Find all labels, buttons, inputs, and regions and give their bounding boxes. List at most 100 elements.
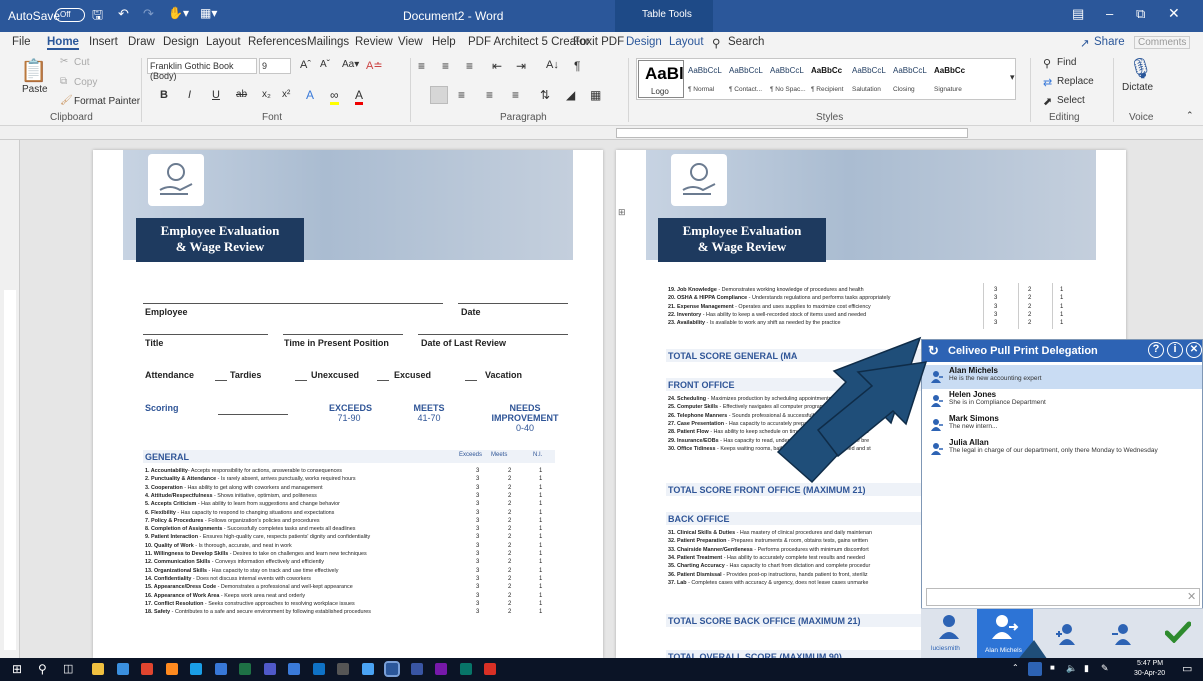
- score-value[interactable]: 2: [508, 584, 511, 590]
- tray-overflow-icon[interactable]: ⌃: [1012, 663, 1019, 672]
- network-icon[interactable]: ■: [1050, 663, 1055, 672]
- score-value[interactable]: 3: [476, 568, 479, 574]
- style-5[interactable]: AaBbCcL Salutation: [851, 60, 891, 98]
- score-value[interactable]: 1: [1060, 295, 1063, 301]
- score-value[interactable]: 2: [508, 534, 511, 540]
- score-value[interactable]: 2: [508, 601, 511, 607]
- score-value[interactable]: 1: [539, 468, 542, 474]
- score-value[interactable]: 2: [1028, 320, 1031, 326]
- show-formatting-icon[interactable]: ¶: [574, 59, 580, 73]
- tab-pdf-architect[interactable]: PDF Architect 5 Creator: [468, 36, 589, 48]
- score-value[interactable]: 3: [476, 501, 479, 507]
- tab-mailings[interactable]: Mailings: [307, 36, 349, 48]
- taskbar-search-icon[interactable]: ⚲: [38, 662, 47, 676]
- clock-date[interactable]: 30-Apr-20: [1134, 670, 1165, 677]
- microphone-icon[interactable]: 🎙: [1128, 56, 1153, 81]
- increase-indent-icon[interactable]: ⇥: [516, 59, 526, 73]
- score-value[interactable]: 1: [1060, 320, 1063, 326]
- save-icon[interactable]: 🖫: [92, 6, 103, 28]
- cut-icon[interactable]: ✂: [60, 56, 68, 67]
- multilevel-list-icon[interactable]: ≡: [466, 59, 473, 73]
- info-icon[interactable]: i: [1167, 342, 1183, 358]
- score-value[interactable]: 2: [508, 543, 511, 549]
- publisher-icon[interactable]: [459, 663, 472, 675]
- grow-font-icon[interactable]: Aˆ: [300, 59, 311, 71]
- store-icon[interactable]: [214, 663, 227, 675]
- tab-foxit-pdf[interactable]: Foxit PDF: [573, 36, 624, 48]
- superscript-icon[interactable]: x²: [282, 89, 290, 100]
- select-icon[interactable]: ⬈: [1043, 95, 1052, 108]
- score-value[interactable]: 1: [539, 476, 542, 482]
- chat-icon[interactable]: [361, 663, 374, 675]
- tab-file[interactable]: File: [12, 36, 31, 48]
- tab-table-layout[interactable]: Layout: [669, 36, 704, 48]
- restore-icon[interactable]: ⧉: [1136, 6, 1145, 22]
- selected-delegate-button[interactable]: Alan Michels: [977, 609, 1033, 659]
- clear-formatting-icon[interactable]: A≐: [366, 59, 383, 72]
- score-value[interactable]: 3: [994, 312, 997, 318]
- replace-button[interactable]: Replace: [1057, 76, 1094, 87]
- score-value[interactable]: 3: [476, 485, 479, 491]
- styles-more-icon[interactable]: ▾: [1010, 72, 1015, 83]
- add-delegate-icon[interactable]: [1053, 623, 1077, 645]
- style-1[interactable]: AaBbCcL ¶ Normal: [687, 60, 727, 98]
- score-value[interactable]: 3: [476, 518, 479, 524]
- score-value[interactable]: 3: [476, 526, 479, 532]
- score-value[interactable]: 1: [539, 501, 542, 507]
- score-value[interactable]: 2: [508, 576, 511, 582]
- paste-button[interactable]: Paste: [22, 84, 48, 95]
- score-value[interactable]: 1: [1060, 287, 1063, 293]
- excel-icon[interactable]: [239, 663, 251, 675]
- style-2[interactable]: AaBbCcL ¶ Contact...: [728, 60, 768, 98]
- score-value[interactable]: 2: [508, 551, 511, 557]
- collapse-ribbon-icon[interactable]: ⌃: [1186, 110, 1194, 121]
- tab-review[interactable]: Review: [355, 36, 393, 48]
- score-value[interactable]: 2: [508, 468, 511, 474]
- score-value[interactable]: 2: [508, 518, 511, 524]
- delegate-entry[interactable]: Julia Allan The legal in charge of our de…: [922, 437, 1202, 461]
- score-value[interactable]: 2: [1028, 295, 1031, 301]
- tab-table-design[interactable]: Design: [626, 36, 662, 48]
- delegate-entry[interactable]: Mark Simons The new intern...: [922, 413, 1202, 437]
- battery-icon[interactable]: ▮: [1084, 663, 1089, 674]
- search-icon[interactable]: ⚲: [712, 36, 720, 50]
- score-value[interactable]: 3: [476, 576, 479, 582]
- numbering-icon[interactable]: ≡: [442, 59, 449, 73]
- tab-view[interactable]: View: [398, 36, 423, 48]
- highlight-icon[interactable]: ∞: [330, 88, 339, 105]
- help-icon[interactable]: ?: [1148, 342, 1164, 358]
- calculator-icon[interactable]: [337, 663, 349, 675]
- style-4[interactable]: AaBbCc ¶ Recipient: [810, 60, 850, 98]
- find-button[interactable]: Find: [1057, 57, 1076, 68]
- search-box[interactable]: Search: [728, 36, 764, 48]
- bold-icon[interactable]: B: [160, 89, 168, 101]
- score-value[interactable]: 3: [476, 593, 479, 599]
- score-value[interactable]: 3: [476, 493, 479, 499]
- delegate-entry[interactable]: Helen Jones She is in Compliance Departme…: [922, 389, 1202, 413]
- score-value[interactable]: 1: [539, 543, 542, 549]
- dictate-button[interactable]: Dictate: [1122, 82, 1153, 93]
- score-value[interactable]: 1: [539, 593, 542, 599]
- firefox-icon[interactable]: [165, 663, 178, 675]
- ribbon-display-icon[interactable]: ▤: [1072, 6, 1084, 22]
- subscript-icon[interactable]: x₂: [262, 89, 271, 100]
- score-value[interactable]: 3: [994, 320, 997, 326]
- score-value[interactable]: 3: [994, 304, 997, 310]
- style-7[interactable]: AaBbCc Signature: [933, 60, 973, 98]
- score-value[interactable]: 3: [476, 551, 479, 557]
- redo-icon[interactable]: ↷: [143, 6, 154, 22]
- score-value[interactable]: 2: [508, 485, 511, 491]
- score-value[interactable]: 3: [476, 534, 479, 540]
- format-painter-icon[interactable]: 🖌: [60, 95, 73, 106]
- score-value[interactable]: 3: [476, 559, 479, 565]
- score-value[interactable]: 1: [539, 609, 542, 615]
- score-value[interactable]: 2: [508, 593, 511, 599]
- document-page-1[interactable]: Employee Evaluation & Wage Review Employ…: [93, 150, 603, 658]
- score-value[interactable]: 1: [539, 510, 542, 516]
- comments-button[interactable]: Comments: [1134, 36, 1191, 49]
- score-value[interactable]: 3: [476, 601, 479, 607]
- task-view-icon[interactable]: ◫: [63, 662, 73, 675]
- skype-icon[interactable]: [190, 663, 202, 675]
- touch-mode-icon[interactable]: ✋▾: [168, 6, 189, 20]
- score-value[interactable]: 3: [476, 543, 479, 549]
